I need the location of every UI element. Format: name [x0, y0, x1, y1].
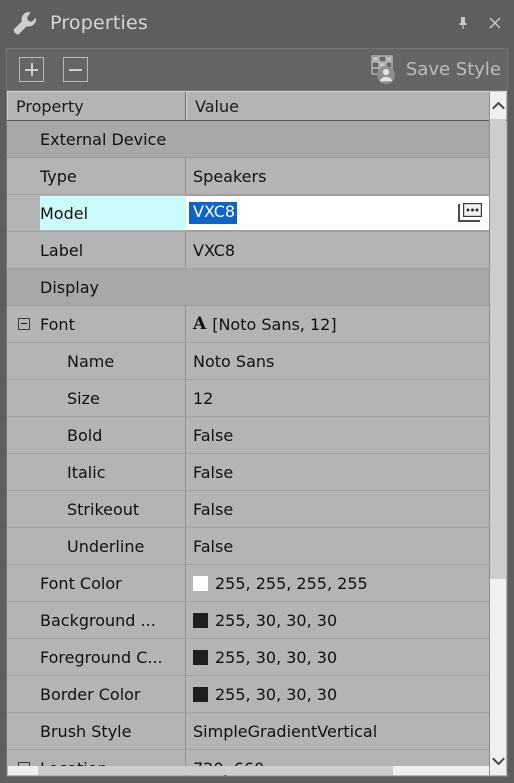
table-row[interactable]: Border Color 255, 30, 30, 30 [7, 676, 491, 713]
close-icon[interactable] [482, 10, 508, 36]
table-row[interactable]: Foreground C... 255, 30, 30, 30 [7, 639, 491, 676]
row-property: Type [7, 158, 186, 194]
row-property: Font Color [7, 565, 186, 601]
row-value: 255, 30, 30, 30 [215, 647, 338, 667]
row-value [186, 269, 491, 305]
vertical-scrollbar[interactable] [489, 92, 506, 775]
collapse-all-button[interactable] [63, 57, 88, 82]
row-property: Underline [7, 528, 186, 564]
table-row[interactable]: Name Noto Sans [7, 343, 491, 380]
color-swatch [193, 649, 208, 665]
style-grid-person-icon [370, 54, 404, 86]
scroll-down-button[interactable] [490, 748, 506, 775]
table-row[interactable]: Strikeout False [7, 491, 491, 528]
table-row[interactable]: Brush Style SimpleGradientVertical [7, 713, 491, 750]
row-value: Speakers [193, 166, 267, 186]
row-value: False [193, 425, 234, 445]
row-property: Size [7, 380, 186, 416]
title-bar: Properties [0, 0, 514, 45]
table-row[interactable]: External Device [7, 121, 491, 158]
table-row[interactable]: Italic False [7, 454, 491, 491]
table-row[interactable]: Bold False [7, 417, 491, 454]
expand-all-button[interactable] [19, 57, 44, 82]
row-property: Font [40, 314, 75, 334]
save-style-label: Save Style [405, 59, 501, 80]
table-row[interactable]: Size 12 [7, 380, 491, 417]
row-property-highlighted[interactable]: Model [7, 195, 186, 231]
table-row[interactable]: Underline False [7, 528, 491, 565]
model-input-selected-text[interactable]: VXC8 [189, 202, 238, 224]
row-value: 255, 255, 255, 255 [215, 573, 368, 593]
color-swatch [193, 612, 208, 628]
column-header-value[interactable]: Value [186, 91, 507, 120]
row-property-cell: Font [7, 306, 186, 342]
table-row-model-editing[interactable]: Model VXC8 [7, 195, 491, 232]
row-value [186, 121, 491, 157]
chevron-up-icon [491, 101, 505, 110]
horizontal-scrollbar[interactable] [8, 766, 489, 775]
row-value: SimpleGradientVertical [193, 721, 378, 741]
wrench-icon [10, 8, 40, 38]
table-row[interactable]: Type Speakers [7, 158, 491, 195]
grid-rows: External Device Type Speakers Model VXC8 [7, 121, 491, 776]
grid-header-row: Property Value [7, 91, 507, 121]
row-value: 255, 30, 30, 30 [215, 684, 338, 704]
ellipsis-browse-icon[interactable] [458, 202, 483, 223]
row-property: Strikeout [7, 491, 186, 527]
row-value-cell: 255, 30, 30, 30 [186, 639, 491, 675]
property-highlight-box: Model [40, 196, 186, 230]
row-value: False [193, 499, 234, 519]
chevron-down-icon [491, 757, 505, 766]
row-value: 255, 30, 30, 30 [215, 610, 338, 630]
pin-icon[interactable] [450, 10, 476, 36]
row-value: [Noto Sans, 12] [212, 314, 337, 334]
font-preview-glyph: A [193, 314, 207, 334]
table-row[interactable]: Label VXC8 [7, 232, 491, 269]
row-value: False [193, 462, 234, 482]
row-value-cell: 255, 255, 255, 255 [186, 565, 491, 601]
row-property: Model [40, 203, 89, 223]
horizontal-scrollbar-thumb[interactable] [38, 766, 393, 775]
scrollbar-thumb[interactable] [490, 119, 506, 579]
scroll-up-button[interactable] [490, 92, 506, 119]
color-swatch [193, 575, 208, 591]
row-property: Background ... [7, 602, 186, 638]
row-property: Italic [7, 454, 186, 490]
row-value: False [193, 536, 234, 556]
model-value-editor[interactable]: VXC8 [186, 195, 491, 231]
row-value-cell: A [Noto Sans, 12] [186, 306, 491, 342]
row-property: Display [40, 277, 99, 297]
row-value-cell: 255, 30, 30, 30 [186, 676, 491, 712]
row-property: Label [7, 232, 186, 268]
color-swatch [193, 686, 208, 702]
column-header-property[interactable]: Property [7, 91, 186, 120]
row-property: Name [7, 343, 186, 379]
table-row[interactable]: Display [7, 269, 491, 306]
row-property: External Device [40, 129, 167, 149]
row-value: 12 [193, 388, 214, 408]
page-title: Properties [50, 11, 149, 34]
row-property: Foreground C... [7, 639, 186, 675]
table-row[interactable]: Font Color 255, 255, 255, 255 [7, 565, 491, 602]
row-property: Brush Style [7, 713, 186, 749]
property-grid: Property Value External Device Type Spea… [6, 90, 508, 777]
row-property: Bold [7, 417, 186, 453]
row-property: Border Color [7, 676, 186, 712]
table-row[interactable]: Background ... 255, 30, 30, 30 [7, 602, 491, 639]
properties-panel: Properties Save Style Property Value Ext… [0, 0, 514, 783]
row-value-cell: 255, 30, 30, 30 [186, 602, 491, 638]
save-style-button[interactable]: Save Style [370, 54, 501, 86]
collapse-icon-font[interactable] [18, 318, 30, 330]
row-value: VXC8 [193, 240, 236, 260]
row-value: Noto Sans [193, 351, 275, 371]
properties-toolbar: Save Style [6, 48, 508, 90]
table-row-font[interactable]: Font A [Noto Sans, 12] [7, 306, 491, 343]
